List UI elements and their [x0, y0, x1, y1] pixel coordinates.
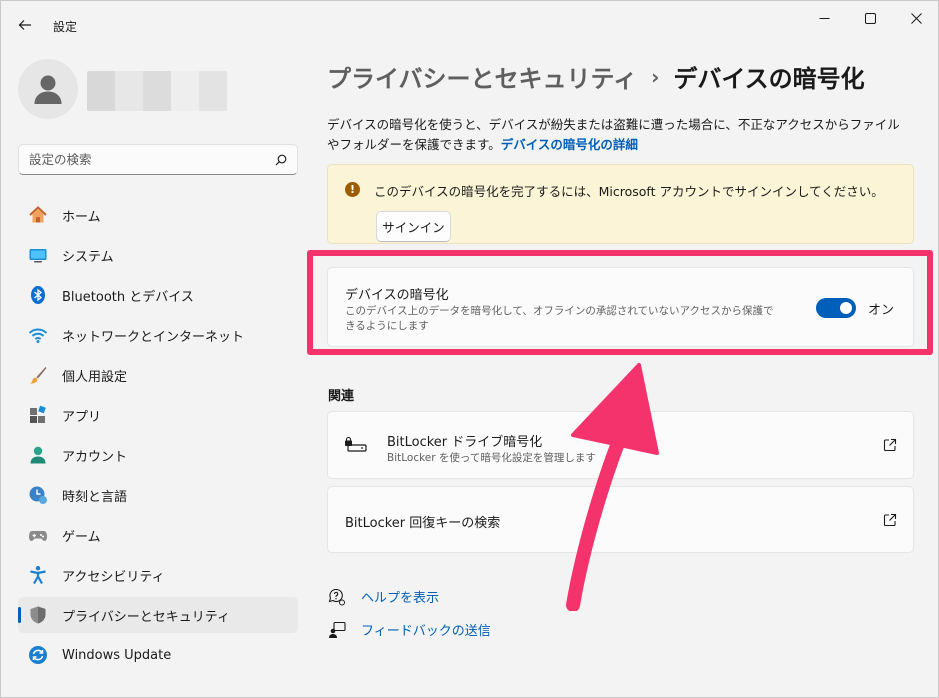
user-icon [34, 75, 62, 104]
sidebar-item-personalization[interactable]: 個人用設定 [18, 357, 298, 393]
bitlocker-card[interactable]: BitLocker ドライブ暗号化 BitLocker を使って暗号化設定を管理… [327, 411, 914, 479]
help-icon [328, 588, 346, 606]
close-icon [910, 12, 922, 24]
feedback-text: フィードバックの送信 [361, 624, 491, 639]
get-help-text: ヘルプを表示 [361, 591, 440, 606]
settings-window: 設定 ホーム [0, 0, 939, 698]
page-description: デバイスの暗号化を使うと、デバイスが紛失または盗難に遭った場合に、不正なアクセス… [327, 115, 912, 155]
sidebar-item-label: システム [62, 249, 114, 265]
drive-lock-icon [345, 436, 367, 452]
bitlocker-title: BitLocker ドライブ暗号化 [387, 435, 543, 450]
home-icon [28, 205, 48, 225]
sidebar-item-label: Windows Update [62, 647, 172, 663]
sidebar-item-time-language[interactable]: 時刻と言語 [18, 477, 298, 513]
avatar[interactable] [18, 59, 78, 119]
minimize-button[interactable] [801, 1, 847, 35]
external-link-icon [883, 438, 897, 452]
sidebar-item-label: アプリ [62, 409, 102, 425]
sidebar-item-bluetooth[interactable]: Bluetooth とデバイス [18, 277, 298, 313]
gamepad-icon [28, 525, 48, 545]
search-icon[interactable] [275, 154, 287, 166]
sidebar-item-accounts[interactable]: アカウント [18, 437, 298, 473]
sidebar-item-system[interactable]: システム [18, 237, 298, 273]
maximize-icon [864, 12, 876, 24]
sidebar-item-accessibility[interactable]: アクセシビリティ [18, 557, 298, 593]
time-language-icon [28, 485, 48, 505]
sidebar-item-network[interactable]: ネットワークとインターネット [18, 317, 298, 353]
close-button[interactable] [893, 1, 938, 35]
page-title: デバイスの暗号化 [673, 65, 865, 93]
external-link-icon [883, 513, 897, 527]
brush-icon [28, 365, 48, 385]
accessibility-icon [28, 565, 48, 585]
related-heading: 関連 [328, 389, 355, 404]
sidebar-item-label: ゲーム [62, 529, 101, 545]
system-icon [28, 245, 48, 265]
breadcrumb-parent[interactable]: プライバシーとセキュリティ [327, 59, 637, 94]
account-icon [28, 445, 48, 465]
wifi-icon [28, 325, 48, 345]
sidebar-item-label: Bluetooth とデバイス [62, 289, 194, 305]
search-box[interactable] [18, 144, 298, 175]
shield-icon [28, 605, 48, 625]
breadcrumb: プライバシーとセキュリティ › デバイスの暗号化 [327, 59, 865, 94]
sidebar-item-apps[interactable]: アプリ [18, 397, 298, 433]
app-title: 設定 [53, 20, 78, 34]
sidebar-item-label: ホーム [62, 209, 101, 225]
warning-icon: ! [345, 182, 360, 197]
annotation-arrow [566, 363, 659, 611]
back-arrow-icon [18, 20, 31, 30]
bluetooth-icon [28, 285, 48, 305]
sidebar-item-label: 個人用設定 [62, 369, 128, 385]
highlight-box [307, 250, 933, 355]
maximize-button[interactable] [847, 1, 893, 35]
learn-more-link[interactable]: デバイスの暗号化の詳細 [501, 137, 638, 152]
back-button[interactable] [11, 13, 39, 37]
sidebar-item-home[interactable]: ホーム [18, 197, 298, 233]
feedback-icon [328, 621, 346, 639]
search-input[interactable] [29, 152, 275, 167]
bitlocker-subtitle: BitLocker を使って暗号化設定を管理します [387, 452, 596, 464]
title-bar: 設定 [1, 1, 938, 47]
breadcrumb-separator: › [651, 64, 660, 89]
signin-button[interactable]: サインイン [376, 211, 451, 242]
sidebar-item-gaming[interactable]: ゲーム [18, 517, 298, 553]
get-help-link[interactable]: ヘルプを表示 [328, 587, 439, 606]
sidebar-item-windows-update[interactable]: Windows Update [18, 637, 298, 673]
sidebar-item-label: プライバシーとセキュリティ [62, 609, 230, 625]
minimize-icon [819, 17, 829, 19]
recovery-key-card[interactable]: BitLocker 回復キーの検索 [327, 486, 914, 553]
sidebar-item-label: ネットワークとインターネット [62, 329, 245, 345]
sidebar-nav: ホーム システム Bluetooth とデバイス ネットワークとインターネット … [18, 197, 298, 677]
sidebar-item-privacy-security[interactable]: プライバシーとセキュリティ [18, 597, 298, 633]
recovery-key-title: BitLocker 回復キーの検索 [345, 516, 501, 531]
sidebar-item-label: アカウント [62, 449, 128, 465]
signin-warning-card: ! このデバイスの暗号化を完了するには、Microsoft アカウントでサインイ… [327, 164, 914, 244]
sidebar-item-label: アクセシビリティ [62, 569, 165, 585]
profile-name-blurred [87, 71, 227, 111]
feedback-link[interactable]: フィードバックの送信 [328, 620, 491, 639]
sidebar-item-label: 時刻と言語 [62, 489, 128, 505]
warning-text: このデバイスの暗号化を完了するには、Microsoft アカウントでサインインし… [374, 184, 884, 199]
apps-icon [28, 405, 48, 425]
update-icon [28, 645, 48, 665]
